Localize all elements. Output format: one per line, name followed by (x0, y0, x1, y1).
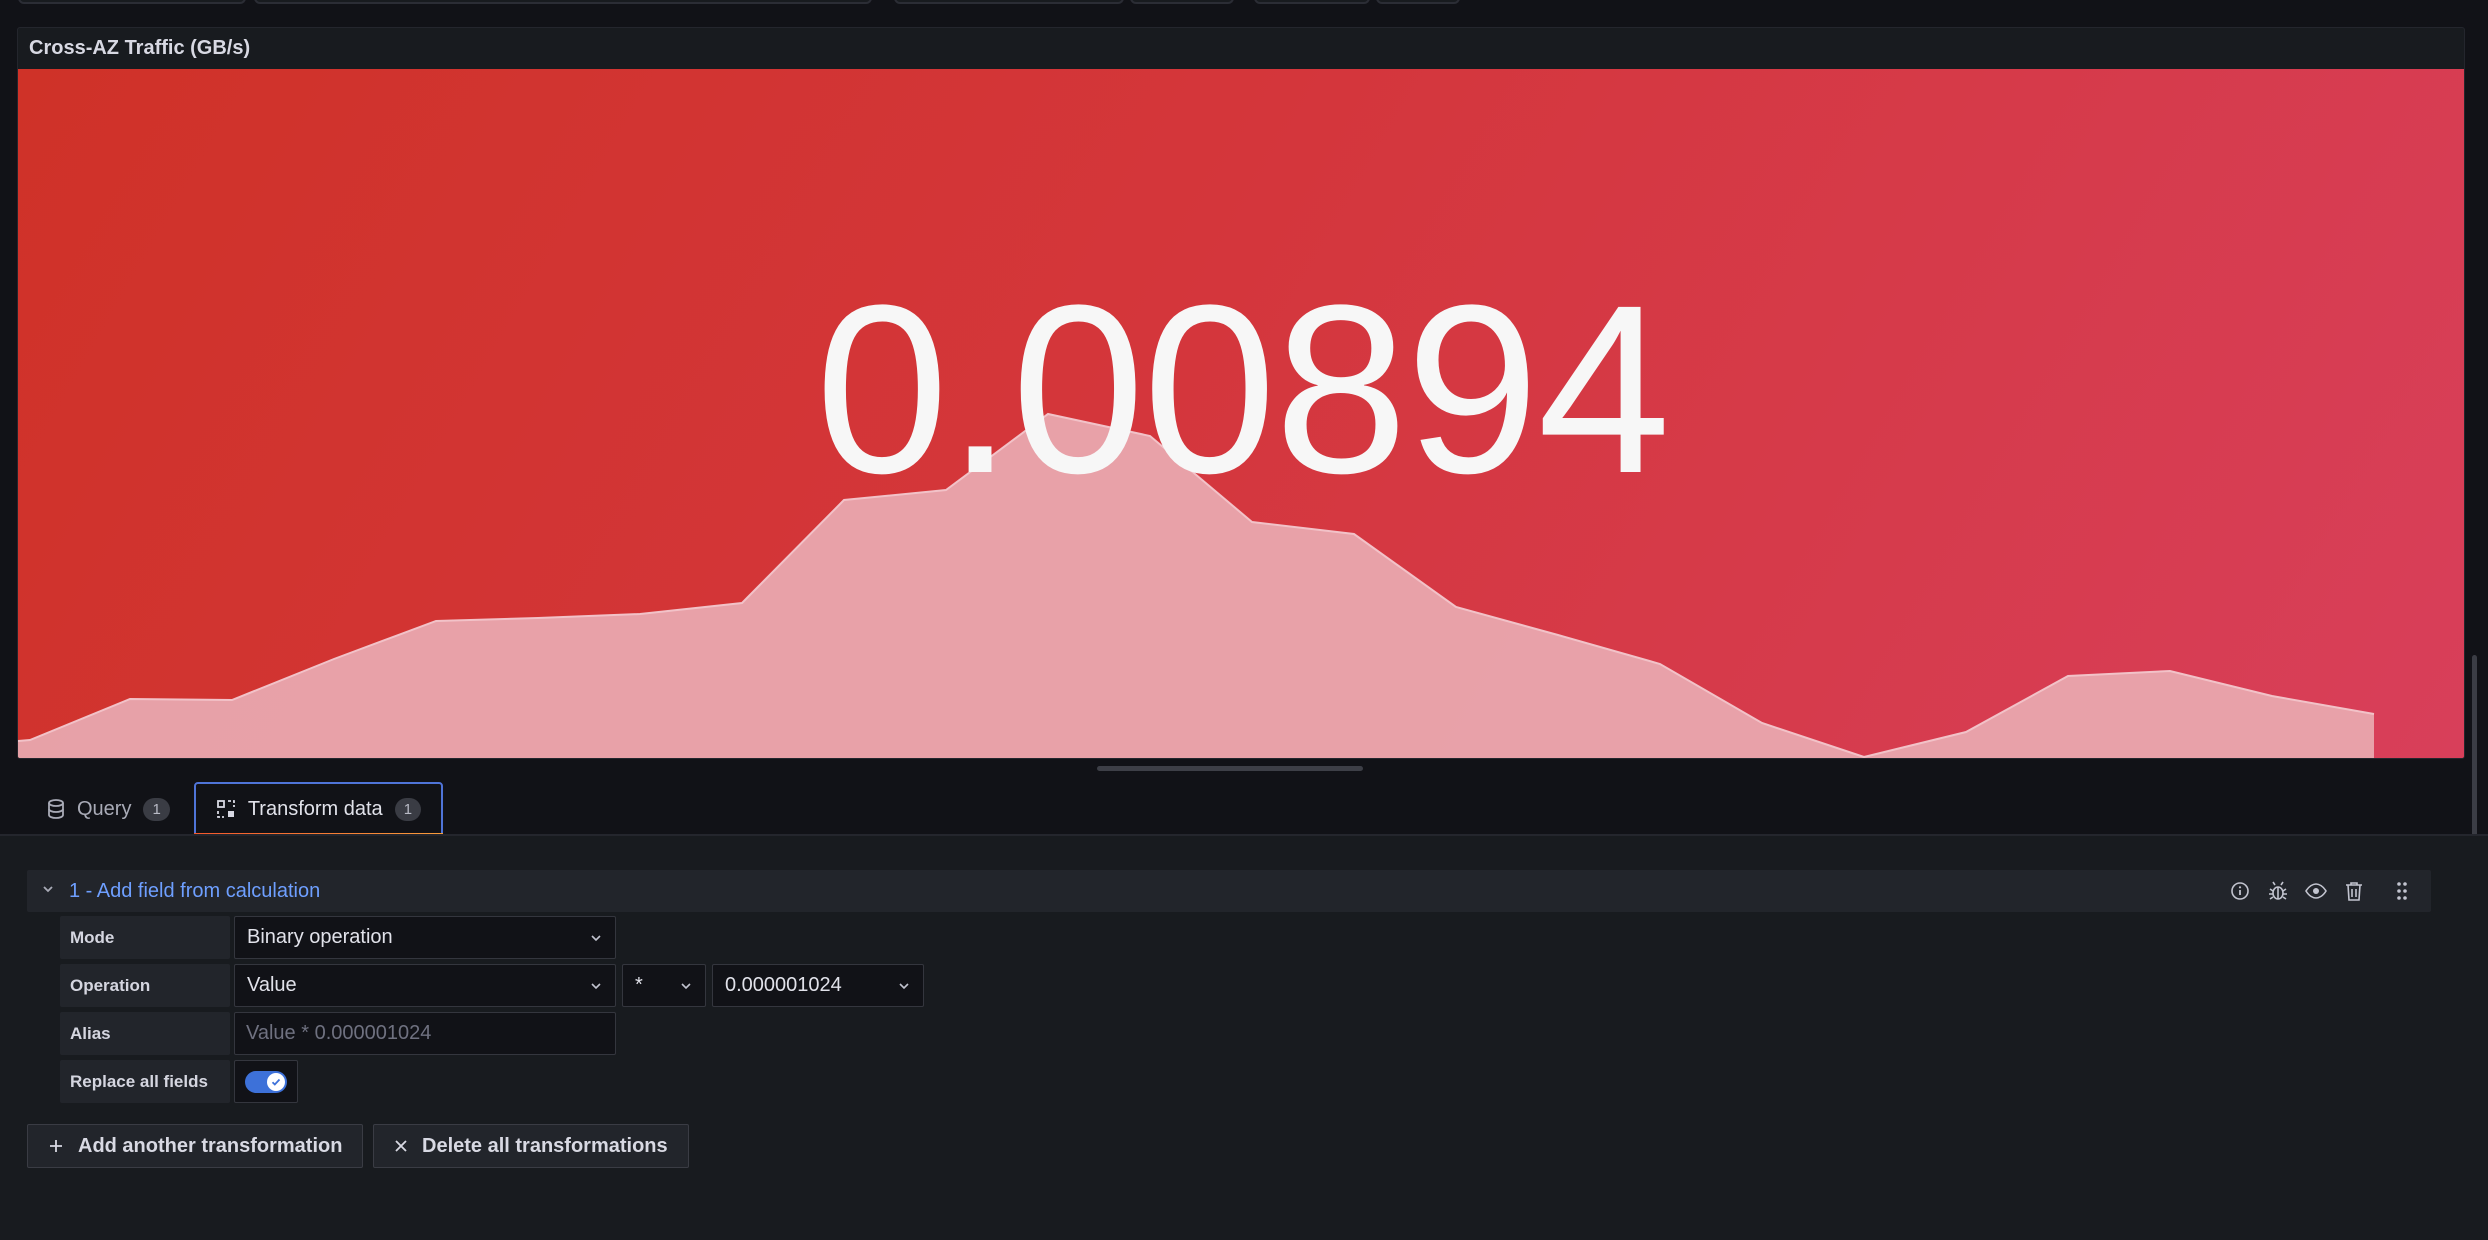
check-icon (267, 1072, 285, 1091)
operation-left-value: Value (247, 974, 297, 996)
transform-editor: 1 - Add field from calculation Mode Bina… (0, 836, 2488, 1240)
plus-icon (50, 1140, 62, 1152)
info-icon[interactable] (2227, 878, 2253, 904)
trash-icon[interactable] (2341, 878, 2367, 904)
transformation-actions (2227, 870, 2415, 912)
alias-input[interactable]: Value * 0.000001024 (234, 1012, 616, 1055)
tab-query-label: Query (77, 797, 132, 820)
chevron-down-icon (681, 982, 691, 989)
toolbar-control[interactable] (1130, 0, 1234, 4)
chevron-down-icon (591, 982, 601, 989)
mode-label: Mode (60, 916, 230, 959)
toggle-switch[interactable] (245, 1070, 287, 1093)
operator-select[interactable]: * (622, 964, 706, 1007)
toolbar-control[interactable] (18, 0, 246, 4)
top-toolbar (0, 0, 2488, 26)
stat-visualization: 0.00894 (18, 69, 2464, 758)
add-transformation-label: Add another transformation (78, 1134, 343, 1157)
database-icon (47, 799, 65, 819)
drag-handle-icon[interactable] (2389, 878, 2415, 904)
panel-title: Cross-AZ Traffic (GB/s) (29, 37, 251, 59)
toolbar-control[interactable] (1254, 0, 1370, 4)
add-transformation-button[interactable]: Add another transformation (27, 1124, 364, 1168)
tab-query-count: 1 (143, 797, 170, 821)
chevron-down-icon[interactable] (41, 882, 55, 901)
operation-right-value: 0.000001024 (725, 974, 842, 996)
mode-row: Mode Binary operation (60, 916, 616, 959)
transform-icon (216, 799, 236, 819)
transformation-header[interactable]: 1 - Add field from calculation (27, 870, 2431, 912)
chevron-down-icon (591, 934, 601, 941)
tab-query[interactable]: Query 1 (27, 782, 190, 836)
operation-label: Operation (60, 964, 230, 1007)
eye-icon[interactable] (2303, 878, 2329, 904)
replace-all-row: Replace all fields (60, 1060, 298, 1103)
stat-value: 0.00894 (815, 255, 1671, 523)
editor-tabs: Query 1 Transform data 1 (27, 780, 447, 837)
toolbar-control[interactable] (254, 0, 872, 4)
operation-left-select[interactable]: Value (234, 964, 616, 1007)
delete-all-label: Delete all transformations (422, 1134, 668, 1157)
tab-transform-data[interactable]: Transform data 1 (193, 782, 444, 837)
replace-all-toggle[interactable] (234, 1060, 298, 1103)
delete-all-transformations-button[interactable]: Delete all transformations (373, 1124, 689, 1168)
alias-row: Alias Value * 0.000001024 (60, 1012, 616, 1055)
operation-right-select[interactable]: 0.000001024 (712, 964, 924, 1007)
replace-all-label: Replace all fields (60, 1060, 230, 1103)
toolbar-control[interactable] (1376, 0, 1460, 4)
transformation-title[interactable]: 1 - Add field from calculation (69, 880, 320, 903)
toolbar-control[interactable] (894, 0, 1124, 4)
close-icon (395, 1140, 407, 1152)
tab-transform-count: 1 (394, 797, 422, 821)
debug-icon[interactable] (2265, 878, 2291, 904)
chevron-down-icon (899, 982, 909, 989)
alias-label: Alias (60, 1012, 230, 1055)
mode-value: Binary operation (247, 926, 393, 948)
operation-row: Operation Value * 0.000001024 (60, 964, 924, 1007)
operator-value: * (635, 974, 643, 996)
panel-header: Cross-AZ Traffic (GB/s) (18, 28, 2464, 69)
tab-transform-label: Transform data (247, 797, 383, 820)
mode-select[interactable]: Binary operation (234, 916, 616, 959)
panel-resize-handle[interactable] (1097, 766, 1363, 771)
stat-panel[interactable]: Cross-AZ Traffic (GB/s) 0.00894 (17, 27, 2465, 759)
